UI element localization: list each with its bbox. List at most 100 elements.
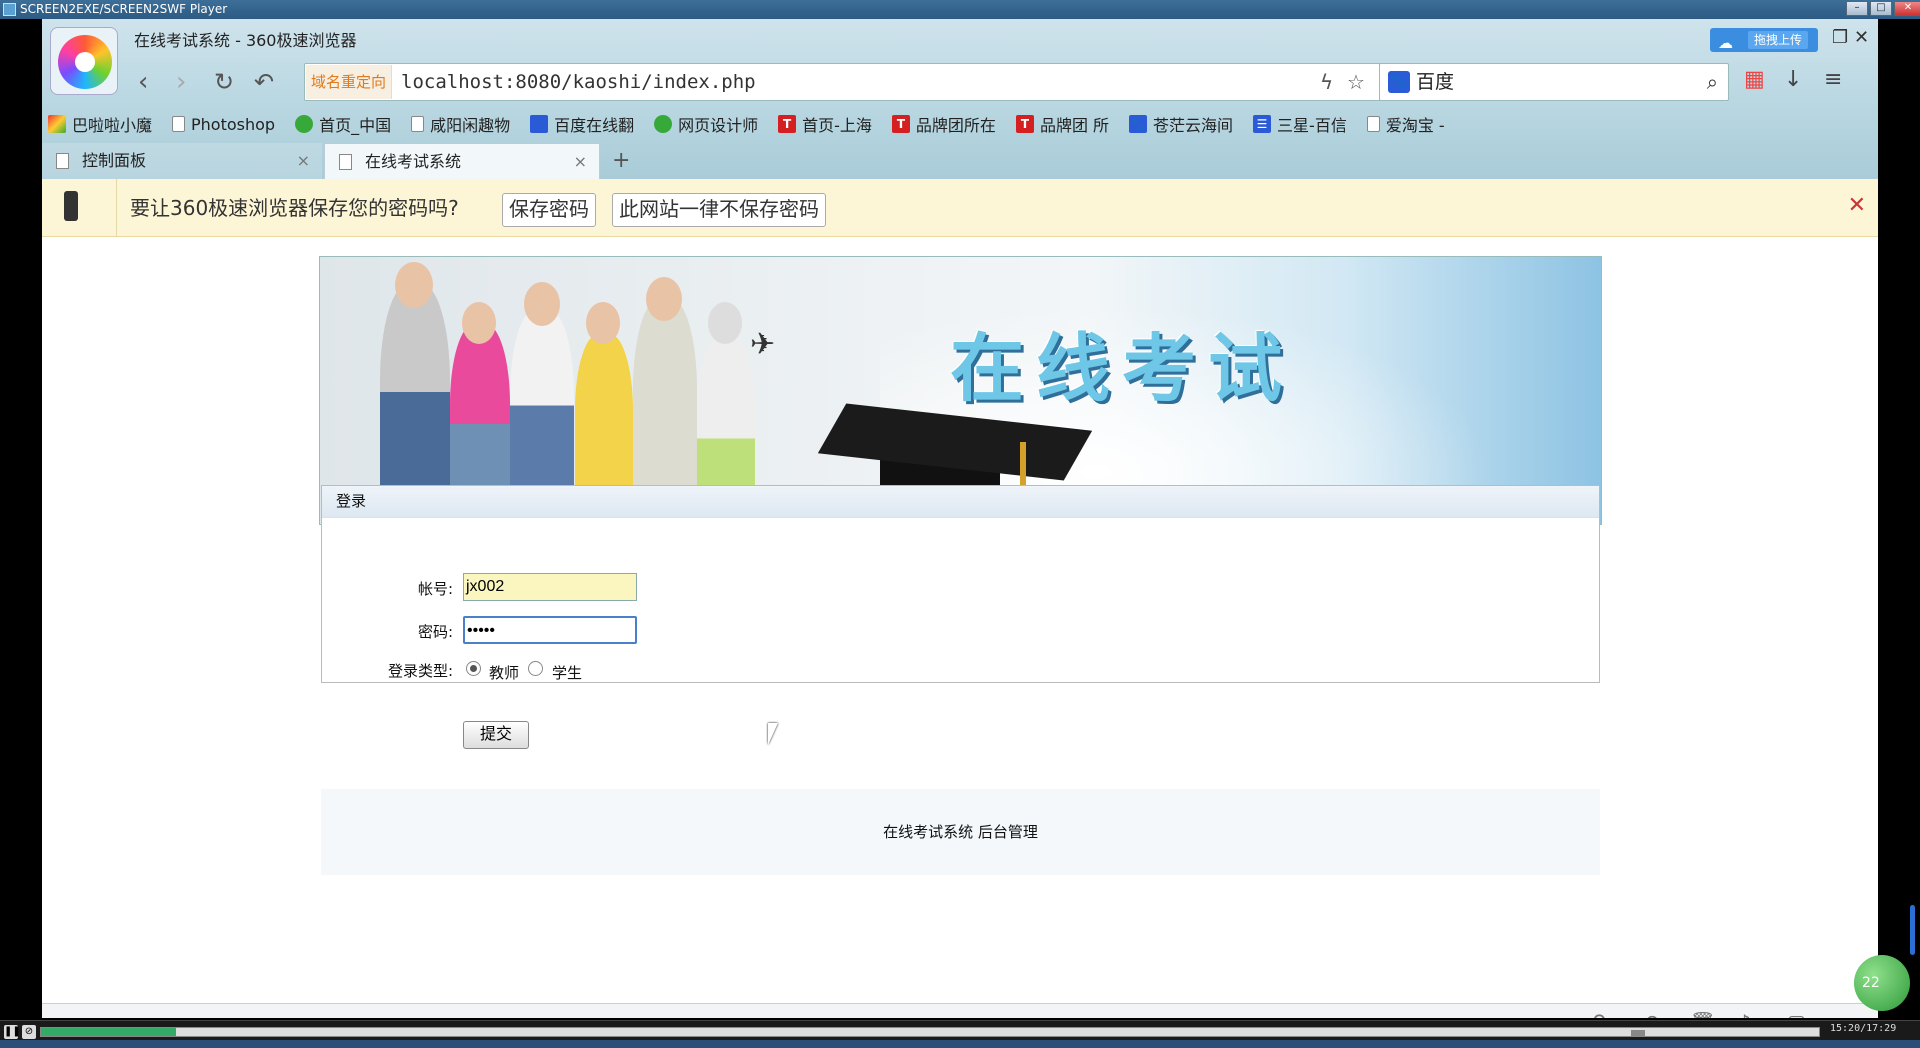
status-bar: ⚲ ⟲ 🗑 ♪ ▢ ⌕ (42, 1003, 1878, 1018)
player-app-icon (3, 3, 16, 16)
redirect-badge[interactable]: 域名重定向 (306, 65, 392, 99)
cloud-upload-button[interactable]: ☁ 拖拽上传 (1710, 28, 1818, 52)
scroll-indicator (1910, 905, 1915, 955)
page-icon (411, 116, 425, 132)
page-icon (339, 154, 352, 170)
taskbar-strip (0, 1040, 1920, 1048)
browser-chrome: 在线考试系统 - 360极速浏览器 ☁ 拖拽上传 ❐ ✕ ‹ › ↻ ↶ 域名重定… (42, 19, 1878, 179)
lightning-icon[interactable]: ϟ (1320, 70, 1333, 94)
bookmark-label: 网页设计师 (678, 116, 759, 135)
forward-icon[interactable]: › (176, 67, 186, 97)
close-icon[interactable]: ✕ (1848, 193, 1866, 218)
document-icon: ☰ (1253, 115, 1272, 133)
star-icon[interactable]: ☆ (1347, 70, 1365, 94)
bookmarks-bar: 巴啦啦小魔 Photoshop 首页_中国 咸阳闲趣物 百度在线翻 网页设计师 … (42, 108, 1878, 140)
reload-icon[interactable]: ↻ (214, 67, 234, 97)
translate-icon (530, 115, 549, 133)
bookmark-item[interactable]: 百度在线翻 (530, 112, 634, 136)
bookmark-item[interactable]: 巴啦啦小魔 (48, 112, 152, 136)
player-title: SCREEN2EXE/SCREEN2SWF Player (20, 2, 228, 16)
bookmark-item[interactable]: Photoshop (172, 115, 275, 134)
window-icon[interactable]: ▢ (1787, 1010, 1806, 1018)
bookmark-item[interactable]: T 品牌团 所 (1015, 112, 1110, 136)
bookmark-item[interactable]: 爱淘宝 - (1366, 112, 1445, 136)
download-icon[interactable]: ↓ (1784, 67, 1802, 92)
player-titlebar: SCREEN2EXE/SCREEN2SWF Player – □ ✕ (0, 0, 1920, 19)
save-password-button[interactable]: 保存密码 (502, 193, 596, 227)
never-save-button[interactable]: 此网站一律不保存密码 (612, 193, 826, 227)
teacher-radio[interactable] (466, 661, 481, 676)
bookmark-label: 爱淘宝 - (1385, 116, 1445, 135)
refresh-icon[interactable]: ⟲ (1642, 1010, 1659, 1018)
teacher-radio-label: 教师 (489, 664, 520, 682)
volume-icon[interactable]: ♪ (1738, 1010, 1751, 1018)
player-window-controls: – □ ✕ (1846, 1, 1920, 16)
new-tab-button[interactable]: + (612, 143, 630, 179)
close-window-icon[interactable]: ✕ (1854, 27, 1869, 48)
360-logo-icon (58, 35, 112, 89)
close-tab-icon[interactable]: × (297, 143, 310, 179)
banner-title: 在线考试 (950, 326, 1294, 412)
address-bar[interactable]: 域名重定向 localhost:8080/kaoshi/index.php ϟ … (304, 63, 1408, 101)
back-icon[interactable]: ‹ (138, 67, 148, 97)
account-label: 帐号: (417, 580, 453, 598)
search-box[interactable]: 🐾 百度 ⌕ (1379, 63, 1729, 101)
browser-logo[interactable] (50, 27, 118, 95)
bookmark-item[interactable]: T 品牌团所在 (891, 112, 996, 136)
settings-icon[interactable]: ⊘ (22, 1025, 36, 1039)
apps-grid-icon[interactable]: ▦ (1744, 67, 1765, 92)
menu-icon[interactable]: ≡ (1824, 67, 1842, 92)
t-brand-icon: T (891, 115, 910, 133)
submit-button[interactable]: 提交 (463, 721, 529, 749)
account-input[interactable]: jx002 (463, 573, 637, 601)
bookmark-item[interactable]: ☰ 三星-百信 (1253, 112, 1347, 136)
tab-control-panel[interactable]: 控制面板 × (42, 143, 322, 179)
bookmark-item[interactable]: 首页_中国 (295, 112, 391, 136)
tab-exam-system[interactable]: 在线考试系统 × (324, 143, 600, 179)
password-save-bar: 要让360极速浏览器保存您的密码吗? 保存密码 此网站一律不保存密码 ✕ (42, 179, 1878, 237)
pin-icon[interactable]: ⚲ (1592, 1010, 1607, 1018)
bookmark-label: 咸阳闲趣物 (430, 116, 511, 135)
bookmark-item[interactable]: 🐾 苍茫云海间 (1129, 112, 1233, 136)
t-brand-icon: T (1015, 115, 1034, 133)
bookmark-label: 品牌团所在 (915, 116, 996, 135)
pause-icon[interactable]: ❚❚ (4, 1025, 21, 1039)
zoom-icon[interactable]: ⌕ (1834, 1010, 1845, 1018)
t-brand-icon: T (778, 115, 797, 133)
minimize-button[interactable]: – (1846, 1, 1868, 16)
restore-window-icon[interactable]: ❐ (1832, 27, 1848, 48)
bookmark-label: 巴啦啦小魔 (72, 116, 153, 135)
page-icon (56, 153, 69, 169)
globe-icon (295, 115, 314, 133)
banner-person-head (395, 262, 433, 308)
password-input[interactable]: ••••• (463, 616, 637, 644)
undo-icon[interactable]: ↶ (254, 67, 274, 97)
page-icon (172, 116, 186, 132)
url-text[interactable]: localhost:8080/kaoshi/index.php (401, 64, 756, 100)
maximize-button[interactable]: □ (1870, 1, 1892, 16)
bookmark-label: 品牌团 所 (1039, 116, 1110, 135)
login-header: 登录 (322, 486, 1599, 518)
banner-person-head (586, 302, 620, 344)
search-icon[interactable]: ⌕ (1707, 70, 1718, 94)
cloud-icon: ☁ (1718, 34, 1733, 52)
browser-window: 在线考试系统 - 360极速浏览器 ☁ 拖拽上传 ❐ ✕ ‹ › ↻ ↶ 域名重定… (42, 19, 1878, 1018)
leaf-icon (654, 115, 673, 133)
seek-track[interactable] (40, 1027, 1820, 1037)
speed-ball-badge[interactable]: 22 (1854, 955, 1910, 1011)
close-tab-icon[interactable]: × (574, 144, 587, 180)
bookmark-item[interactable]: 咸阳闲趣物 (411, 112, 510, 136)
bookmark-item[interactable]: T 首页-上海 (778, 112, 872, 136)
divider (116, 179, 117, 237)
student-radio[interactable] (528, 661, 543, 676)
bookmark-favicon-icon (48, 115, 66, 133)
close-button[interactable]: ✕ (1894, 1, 1920, 16)
paw-icon: 🐾 (1129, 115, 1148, 133)
seek-thumb[interactable] (1631, 1030, 1645, 1036)
bookmark-item[interactable]: 网页设计师 (654, 112, 758, 136)
tab-strip: 控制面板 × 在线考试系统 × + (42, 143, 1878, 179)
trash-icon[interactable]: 🗑 (1690, 1010, 1715, 1018)
login-type-label: 登录类型: (387, 662, 453, 680)
bookmark-label: 首页_中国 (319, 116, 392, 135)
baidu-icon: 🐾 (1388, 71, 1410, 93)
